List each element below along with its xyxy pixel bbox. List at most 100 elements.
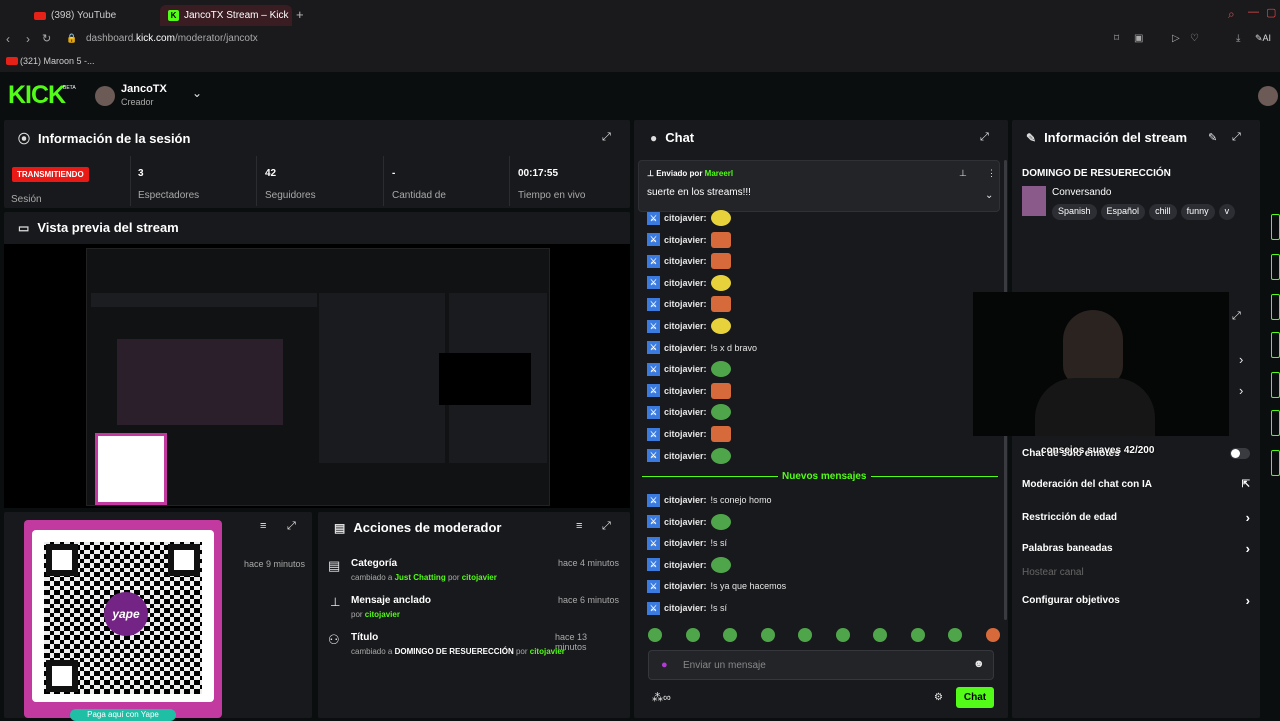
kick-logo[interactable]: KICK xyxy=(8,81,66,110)
preview-video[interactable] xyxy=(4,244,630,508)
chat-message[interactable]: ⚔ citojavier: xyxy=(647,447,731,465)
side-dock-button[interactable] xyxy=(1271,450,1280,476)
tab-youtube[interactable]: (398) YouTube xyxy=(26,5,154,26)
chat-message[interactable]: ⚔ citojavier: xyxy=(647,295,731,313)
infinity-icon[interactable]: ⁂∞ xyxy=(652,691,671,704)
bookmark-icon[interactable]: ⌑ xyxy=(1114,33,1119,44)
emote-only-toggle[interactable] xyxy=(1230,448,1250,459)
chat-username[interactable]: citojavier: xyxy=(664,299,707,309)
chat-message[interactable]: ⚔ citojavier: xyxy=(647,274,731,292)
emote-button[interactable] xyxy=(648,628,662,642)
chat-message[interactable]: ⚔ citojavier: xyxy=(647,360,731,378)
edit-icon[interactable]: ✎ xyxy=(1208,131,1217,144)
play-icon[interactable]: ▷ xyxy=(1172,33,1180,44)
url-field[interactable]: dashboard.kick.com/moderator/jancotx xyxy=(86,33,258,44)
expand-icon[interactable]: ⤢ xyxy=(602,520,611,533)
age-restriction-setting[interactable]: Restricción de edad › xyxy=(1022,510,1250,525)
chat-username[interactable]: citojavier: xyxy=(664,321,707,331)
chat-username[interactable]: citojavier: xyxy=(664,278,707,288)
tag[interactable]: Español xyxy=(1100,204,1146,220)
banned-words-setting[interactable]: Palabras baneadas › xyxy=(1022,541,1250,556)
chat-message[interactable]: ⚔ citojavier: !s ya que hacemos xyxy=(647,577,786,595)
chat-message[interactable]: ⚔ citojavier: xyxy=(647,403,731,421)
gear-icon[interactable]: ⚙ xyxy=(934,692,943,703)
chat-username[interactable]: citojavier: xyxy=(664,603,707,613)
chat-message[interactable]: ⚔ citojavier: !s sí xyxy=(647,534,727,552)
emote-button[interactable] xyxy=(685,628,700,642)
chevron-down-icon[interactable]: ⌄ xyxy=(985,190,993,201)
filter-icon[interactable]: ≡ xyxy=(576,520,582,532)
expand-icon[interactable]: ⤢ xyxy=(1232,131,1241,144)
side-dock-button[interactable] xyxy=(1271,254,1280,280)
tab-kick[interactable]: K JancoTX Stream – Kick xyxy=(160,5,292,26)
bookmark-maroon5[interactable]: (321) Maroon 5 -... xyxy=(20,56,95,66)
emote-button[interactable] xyxy=(760,628,775,642)
tag[interactable]: chill xyxy=(1149,204,1177,220)
chat-message[interactable]: ⚔ citojavier: xyxy=(647,231,731,249)
side-dock-button[interactable] xyxy=(1271,294,1280,320)
chevron-right-icon[interactable]: › xyxy=(1239,383,1243,398)
emote-button[interactable] xyxy=(873,628,888,642)
microphone-icon[interactable]: ● xyxy=(661,659,668,671)
chat-message[interactable]: ⚔ citojavier: xyxy=(647,513,731,531)
expand-icon[interactable]: ⤢ xyxy=(287,520,296,533)
avatar[interactable] xyxy=(95,86,115,106)
expand-icon[interactable]: ⤢ xyxy=(602,131,611,144)
chat-message[interactable]: ⚔ citojavier: xyxy=(647,317,731,335)
host-channel-setting[interactable]: Hostear canal xyxy=(1022,567,1250,578)
side-dock-button[interactable] xyxy=(1271,410,1280,436)
emote-button[interactable] xyxy=(835,628,850,642)
emote-button[interactable] xyxy=(948,628,963,642)
chat-message[interactable]: ⚔ citojavier: xyxy=(647,252,731,270)
ai-button[interactable]: ✎AI xyxy=(1255,33,1271,44)
chat-username[interactable]: citojavier: xyxy=(664,386,707,396)
forward-icon[interactable]: › xyxy=(26,32,30,46)
chat-username[interactable]: citojavier: xyxy=(664,451,707,461)
chat-username[interactable]: citojavier: xyxy=(664,517,707,527)
chevron-down-icon[interactable]: ⌄ xyxy=(192,86,202,100)
ai-moderation-setting[interactable]: Moderación del chat con IA ⇱ xyxy=(1022,479,1250,490)
reload-icon[interactable]: ↻ xyxy=(42,32,51,45)
maximize-icon[interactable]: ▢ xyxy=(1266,6,1276,19)
chat-send-button[interactable]: Chat xyxy=(956,687,994,708)
chevron-right-icon[interactable]: › xyxy=(1239,352,1243,367)
chat-message[interactable]: ⚔ citojavier: !s conejo homo xyxy=(647,491,772,509)
side-dock-button[interactable] xyxy=(1271,214,1280,240)
more-icon[interactable]: ⋮ xyxy=(987,168,996,179)
chat-input[interactable]: ● Enviar un mensaje ☻ xyxy=(648,650,994,680)
chat-username[interactable]: citojavier: xyxy=(664,235,707,245)
side-dock-button[interactable] xyxy=(1271,332,1280,358)
download-icon[interactable]: ⤓ xyxy=(1236,33,1240,44)
chat-username[interactable]: citojavier: xyxy=(664,495,707,505)
chat-message[interactable]: ⚔ citojavier: !s sí xyxy=(647,599,727,617)
chat-username[interactable]: citojavier: xyxy=(664,343,707,353)
tag[interactable]: funny xyxy=(1180,204,1215,220)
heart-icon[interactable]: ♡ xyxy=(1190,33,1199,44)
chat-username[interactable]: citojavier: xyxy=(664,581,707,591)
emote-button[interactable] xyxy=(985,628,1000,642)
chat-username[interactable]: citojavier: xyxy=(664,560,707,570)
goals-setting[interactable]: Configurar objetivos › xyxy=(1022,593,1250,608)
minimize-icon[interactable]: — xyxy=(1248,6,1259,18)
chat-username[interactable]: citojavier: xyxy=(664,364,707,374)
chat-message[interactable]: ⚔ citojavier: xyxy=(647,556,731,574)
profile-avatar[interactable] xyxy=(1258,86,1278,106)
side-dock-button[interactable] xyxy=(1271,372,1280,398)
chat-message[interactable]: ⚔ citojavier: xyxy=(647,425,731,443)
chat-username[interactable]: citojavier: xyxy=(664,213,707,223)
chat-username[interactable]: citojavier: xyxy=(664,538,707,548)
chat-message[interactable]: ⚔ citojavier: xyxy=(647,209,731,227)
expand-icon[interactable]: ⤢ xyxy=(1232,310,1241,323)
chat-username[interactable]: citojavier: xyxy=(664,429,707,439)
pin-toggle-icon[interactable]: ⊥ xyxy=(959,168,967,179)
emote-button[interactable] xyxy=(910,628,925,642)
emote-button[interactable] xyxy=(723,628,738,642)
reader-icon[interactable]: ▣ xyxy=(1134,33,1143,44)
chat-message[interactable]: ⚔ citojavier: !s x d bravo xyxy=(647,339,757,357)
search-tabs-icon[interactable]: ⌕ xyxy=(1228,7,1235,22)
filter-icon[interactable]: ≡ xyxy=(260,520,266,532)
tag[interactable]: v xyxy=(1218,204,1236,220)
tag[interactable]: Spanish xyxy=(1052,204,1097,220)
expand-icon[interactable]: ⤢ xyxy=(980,131,989,144)
new-tab-icon[interactable]: + xyxy=(296,7,304,22)
